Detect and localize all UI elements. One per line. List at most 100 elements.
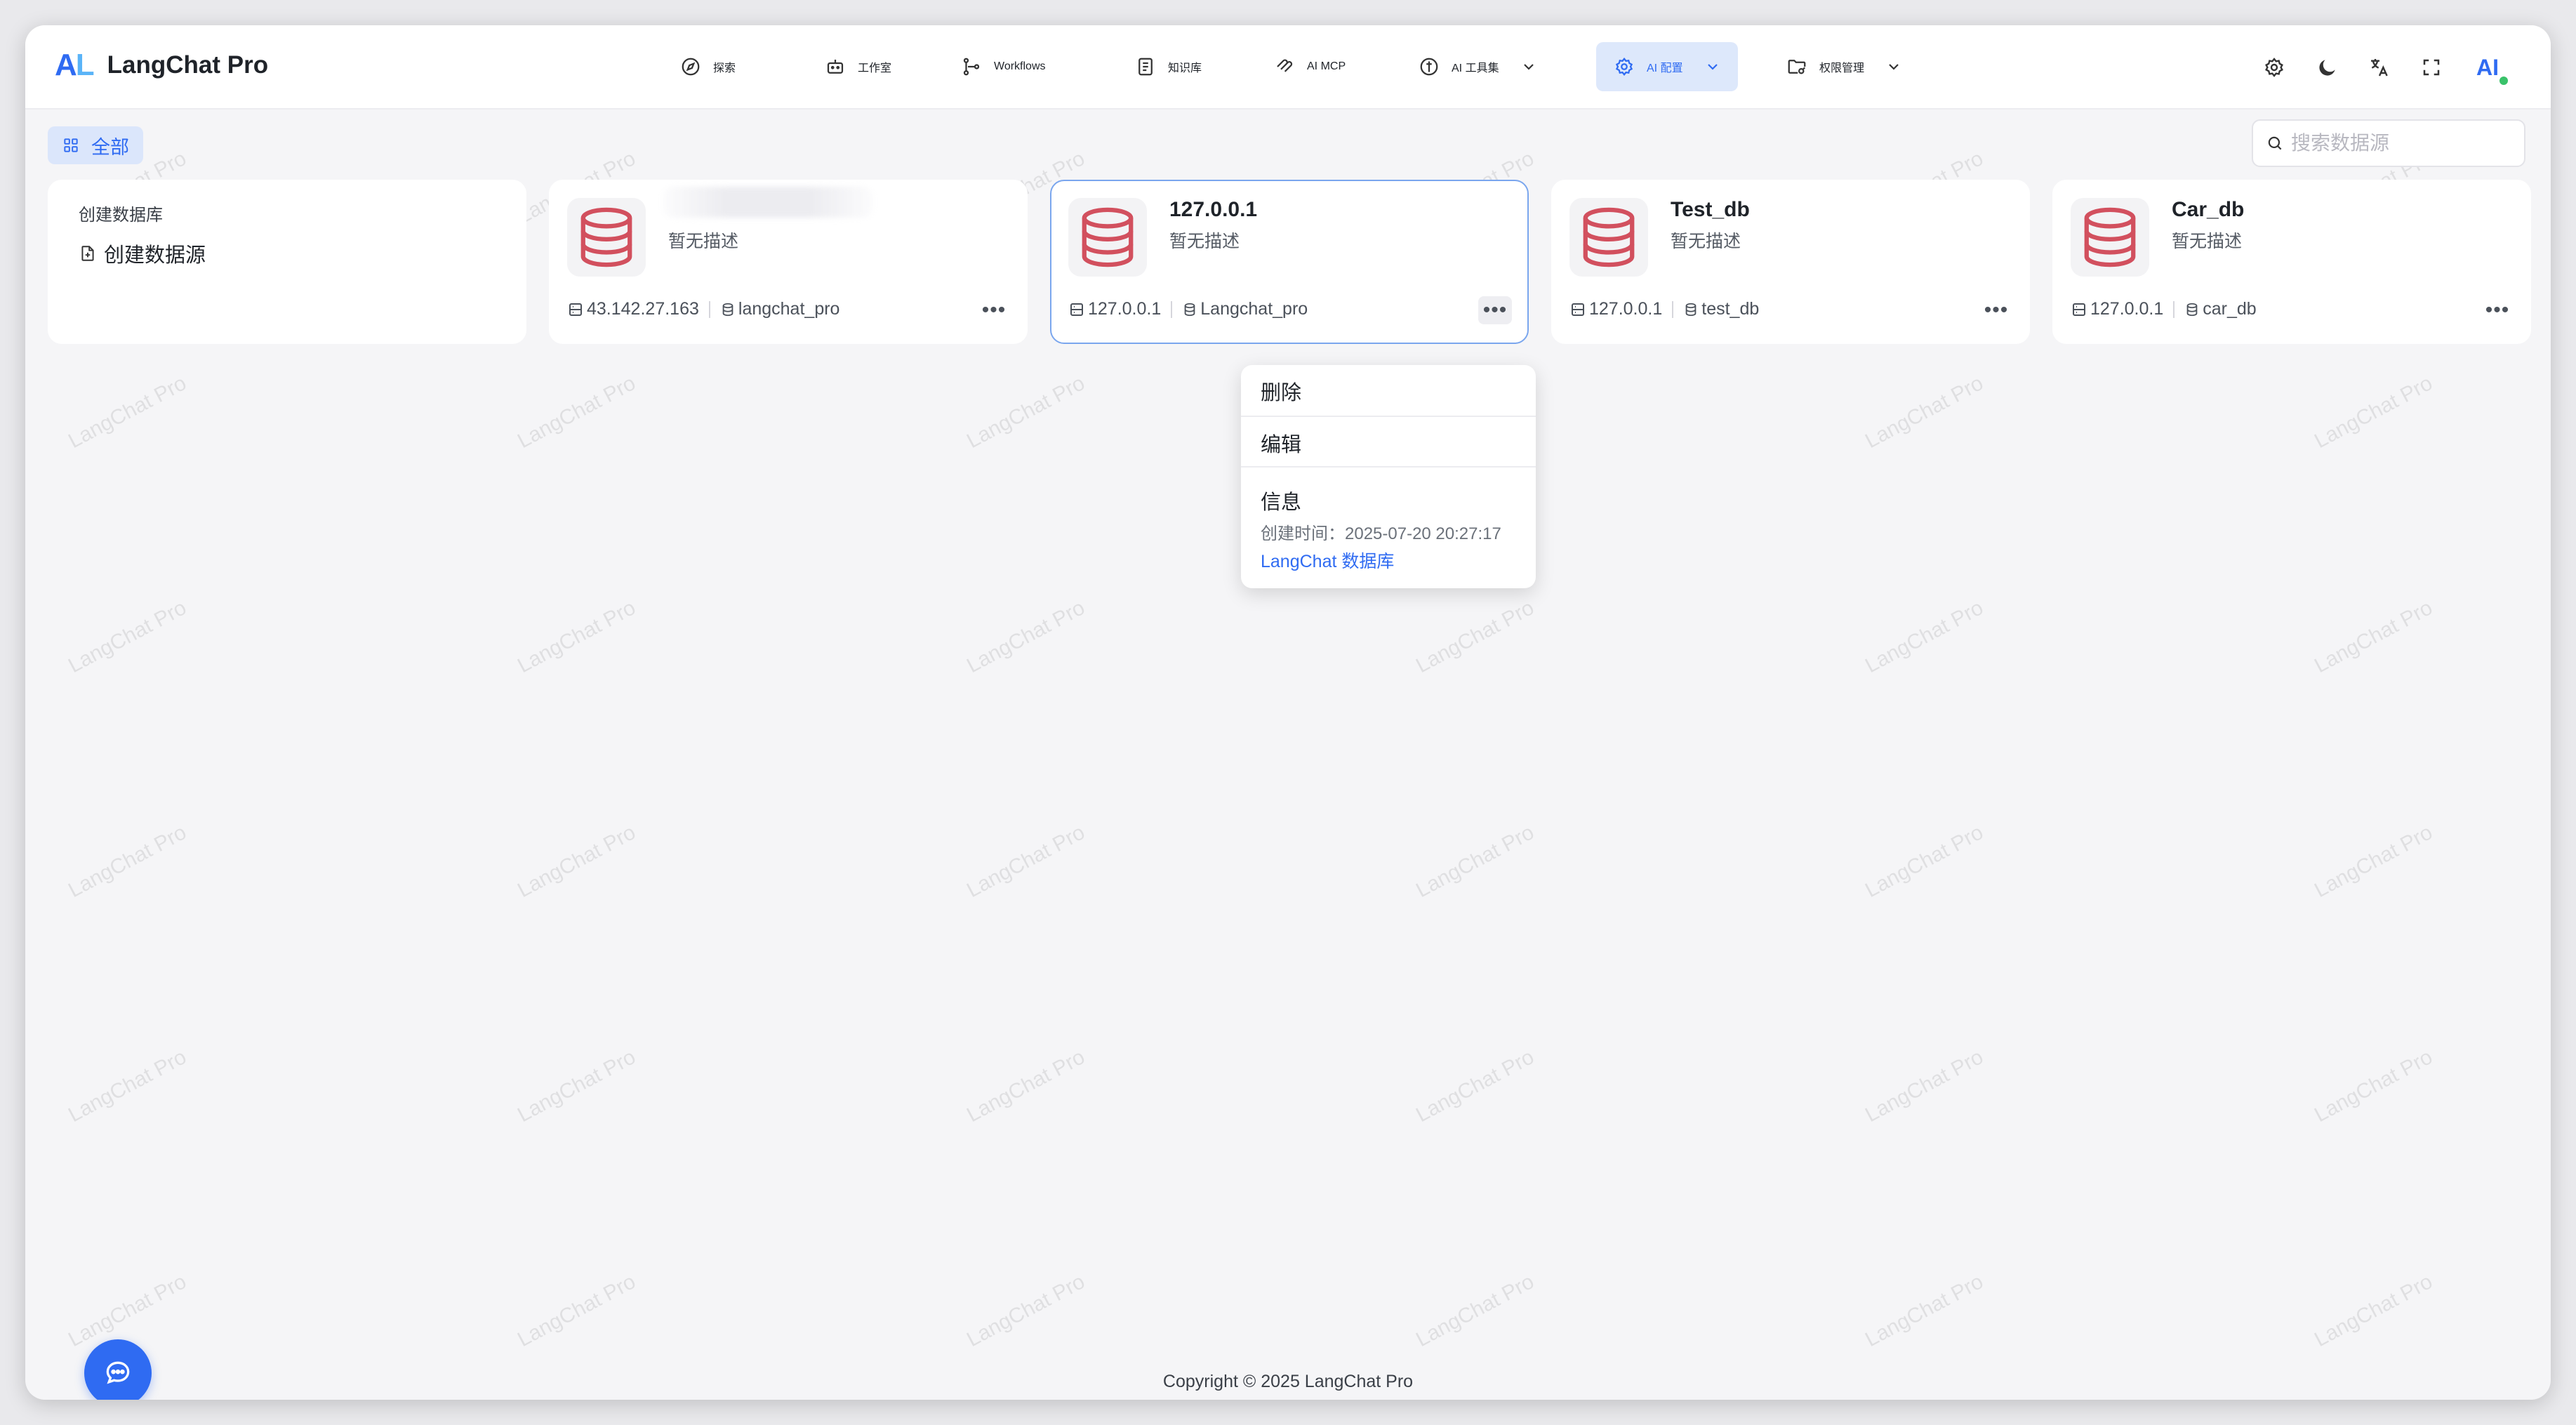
watermark-text: LangChat Pro: [2311, 821, 2436, 903]
chevron-down-icon: [1704, 58, 1721, 75]
compass-icon: [679, 55, 702, 78]
nav-label: 工作室: [858, 62, 892, 74]
mcp-icon: [1273, 55, 1296, 78]
search-input[interactable]: [2291, 132, 2516, 154]
datasource-description: 暂无描述: [1671, 232, 1741, 251]
database-icon: [1569, 198, 1648, 277]
datasource-db: car_db: [2203, 299, 2257, 319]
watermark-text: LangChat Pro: [963, 596, 1089, 678]
nav-label: AI 配置: [1647, 62, 1683, 74]
datasource-description: 暂无描述: [668, 232, 739, 251]
database-small-icon: [1182, 302, 1197, 317]
datasource-meta: 127.0.0.1 test_db: [1569, 299, 1759, 319]
watermark-text: LangChat Pro: [963, 371, 1089, 453]
database-small-icon: [720, 302, 736, 317]
more-options-button[interactable]: •••: [1979, 296, 2013, 324]
watermark-text: LangChat Pro: [65, 371, 190, 453]
datasource-card[interactable]: Test_db 暂无描述 127.0.0.1 test_db •••: [1551, 180, 2030, 344]
database-icon: [2071, 198, 2149, 277]
create-database-card: 创建数据库 创建数据源: [48, 180, 526, 344]
watermark-text: LangChat Pro: [514, 1270, 639, 1352]
file-plus-icon: [79, 244, 97, 263]
workflow-icon: [960, 55, 983, 78]
menu-link-langchat-db[interactable]: LangChat 数据库: [1261, 548, 1394, 573]
divider: [1672, 300, 1674, 318]
moon-icon[interactable]: [2311, 51, 2344, 84]
watermark-text: LangChat Pro: [2311, 1270, 2436, 1352]
watermark-text: LangChat Pro: [65, 596, 190, 678]
nav-label: AI 工具集: [1452, 62, 1499, 74]
watermark-text: LangChat Pro: [514, 596, 639, 678]
watermark-text: LangChat Pro: [1412, 1270, 1538, 1352]
datasource-name: Test_db: [1671, 198, 1750, 221]
watermark-text: LangChat Pro: [2311, 596, 2436, 678]
datasource-db: Langchat_pro: [1200, 299, 1308, 319]
chevron-down-icon: [1520, 58, 1537, 75]
top-header: AL LangChat Pro 探索 工作室 Workflows 知识库 AI …: [25, 25, 2551, 110]
datasource-meta: 127.0.0.1 car_db: [2071, 299, 2257, 319]
translate-icon[interactable]: [2363, 51, 2396, 84]
nav-item-toolbox[interactable]: AI 工具集: [1418, 42, 1537, 91]
filter-all-chip[interactable]: 全部: [48, 126, 143, 164]
avatar-text: AI: [2476, 54, 2499, 80]
nav-item-permissions[interactable]: 权限管理: [1786, 42, 1902, 91]
menu-item-delete[interactable]: 删除: [1261, 376, 1301, 406]
datasource-card[interactable]: 暂无描述 43.142.27.163 langchat_pro •••: [549, 180, 1028, 344]
nav-item-knowledge[interactable]: 知识库: [1134, 42, 1202, 91]
database-small-icon: [1683, 302, 1699, 317]
app-logo[interactable]: AL LangChat Pro: [55, 48, 268, 83]
watermark-text: LangChat Pro: [1861, 371, 1987, 453]
nav-label: Workflows: [994, 60, 1046, 72]
chevron-down-icon: [1885, 58, 1902, 75]
watermark-text: LangChat Pro: [1861, 1270, 1987, 1352]
online-status-dot: [2497, 74, 2510, 87]
datasource-card[interactable]: Car_db 暂无描述 127.0.0.1 car_db •••: [2052, 180, 2531, 344]
create-link-label: 创建数据源: [104, 244, 206, 267]
divider: [2173, 300, 2175, 318]
datasource-name: Car_db: [2172, 198, 2245, 221]
datasource-host: 127.0.0.1: [1088, 299, 1162, 319]
server-icon: [1068, 301, 1085, 318]
divider: [708, 300, 710, 318]
watermark-text: LangChat Pro: [2311, 371, 2436, 453]
more-options-button[interactable]: •••: [1478, 296, 1512, 324]
nav-item-ai-config[interactable]: AI 配置: [1596, 42, 1738, 91]
app-window: LangChat Pro LangChat Pro LangChat Pro Lang…: [25, 25, 2551, 1400]
datasource-description: 暂无描述: [1169, 232, 1240, 251]
menu-divider: [1241, 466, 1536, 468]
watermark-text: LangChat Pro: [963, 1045, 1089, 1127]
datasource-meta: 43.142.27.163 langchat_pro: [567, 299, 839, 319]
menu-item-edit[interactable]: 编辑: [1261, 428, 1301, 458]
nav-label: AI MCP: [1307, 60, 1346, 72]
menu-divider: [1241, 416, 1536, 417]
nav-item-studio[interactable]: 工作室: [824, 42, 891, 91]
card-options-dropdown: 删除 编辑 信息 创建时间：2025-07-20 20:27:17 LangCh…: [1241, 365, 1536, 588]
avatar[interactable]: AI: [2467, 46, 2510, 88]
divider: [1171, 300, 1173, 318]
settings-icon[interactable]: [2257, 51, 2291, 84]
watermark-text: LangChat Pro: [1861, 596, 1987, 678]
create-datasource-button[interactable]: 创建数据源: [79, 239, 206, 268]
database-icon: [567, 198, 646, 277]
watermark-text: LangChat Pro: [1412, 821, 1538, 903]
server-icon: [2071, 301, 2087, 318]
nav-item-mcp[interactable]: AI MCP: [1273, 42, 1346, 91]
datasource-db: langchat_pro: [738, 299, 840, 319]
nav-item-workflows[interactable]: Workflows: [960, 42, 1046, 91]
server-icon: [567, 301, 584, 318]
search-icon: [2266, 134, 2284, 152]
search-box: [2252, 119, 2525, 167]
chat-float-button[interactable]: [84, 1339, 152, 1400]
more-options-button[interactable]: •••: [2481, 296, 2514, 324]
datasource-db: test_db: [1701, 299, 1760, 319]
footer-copyright: Copyright © 2025 LangChat Pro: [1162, 1372, 1414, 1391]
nav-item-explore[interactable]: 探索: [679, 42, 736, 91]
create-card-title: 创建数据库: [79, 206, 163, 225]
datasource-card[interactable]: 127.0.0.1 暂无描述 127.0.0.1 Langchat_pro ••…: [1050, 180, 1529, 344]
fullscreen-icon[interactable]: [2415, 51, 2448, 84]
more-options-button[interactable]: •••: [977, 296, 1011, 324]
watermark-text: LangChat Pro: [65, 1270, 190, 1352]
watermark-text: LangChat Pro: [1412, 1045, 1538, 1127]
datasource-host: 43.142.27.163: [587, 299, 699, 319]
datasource-host: 127.0.0.1: [1589, 299, 1663, 319]
